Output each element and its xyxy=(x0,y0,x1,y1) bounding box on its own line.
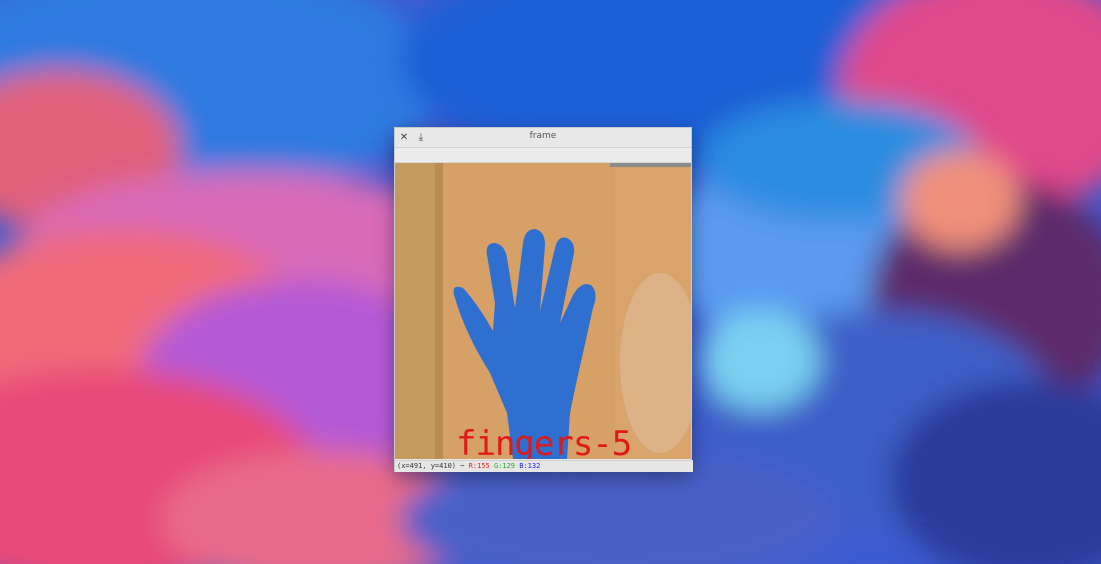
pixel-blue-value: B:132 xyxy=(519,462,541,470)
camera-image xyxy=(395,163,691,459)
cursor-coordinates: (x=491, y=410) ~ xyxy=(397,462,465,470)
detection-label: fingers-5 xyxy=(456,424,632,459)
pixel-red-value: R:155 xyxy=(468,462,490,470)
title-bar[interactable]: ✕ ⤓ frame xyxy=(395,128,691,148)
toolbar xyxy=(395,148,691,163)
status-bar: (x=491, y=410) ~ R:155 G:129 B:132 xyxy=(395,460,693,472)
frame-window[interactable]: ✕ ⤓ frame fingers-5 (x=491, y=410) ~ R:1… xyxy=(394,127,693,472)
window-title: frame xyxy=(529,131,557,141)
pixel-green-value: G:129 xyxy=(493,462,516,470)
camera-frame[interactable]: fingers-5 xyxy=(395,163,691,459)
